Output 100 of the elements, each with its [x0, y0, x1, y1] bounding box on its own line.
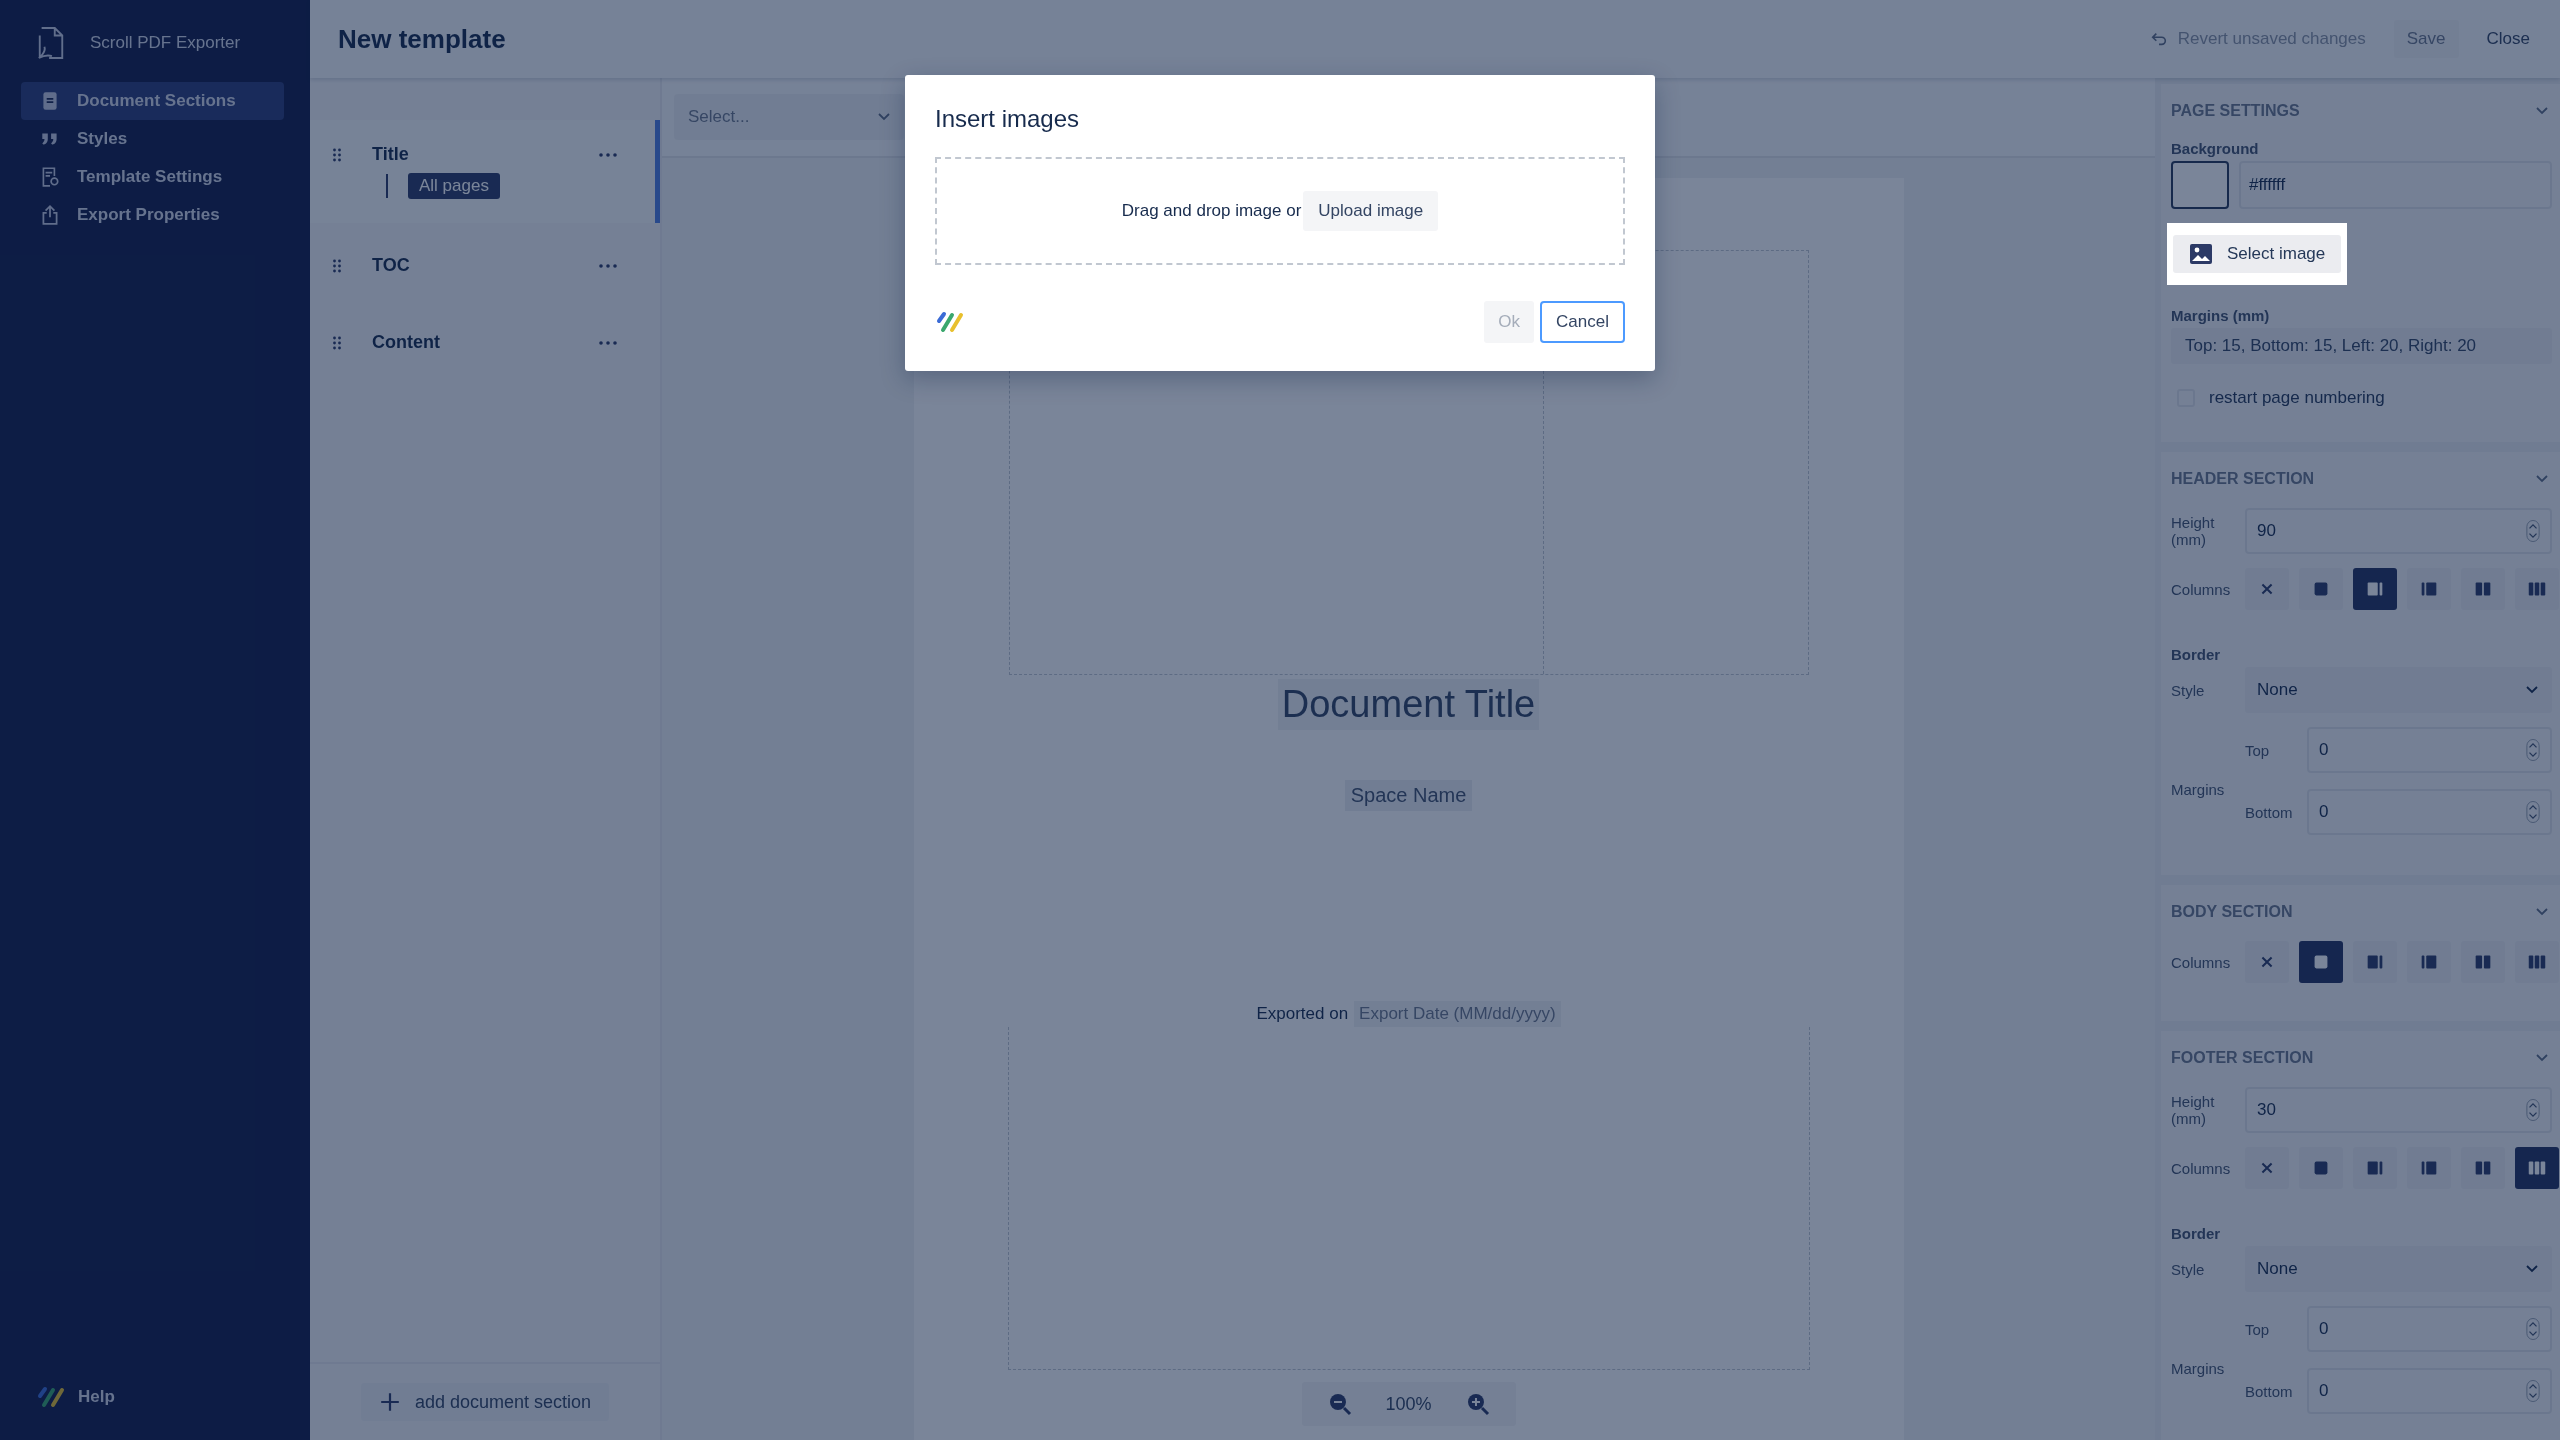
- top-label: Top: [2245, 1320, 2271, 1338]
- spinner-icon[interactable]: [2526, 1098, 2540, 1122]
- column-layout-option[interactable]: [2407, 568, 2451, 610]
- space-name-field[interactable]: Space Name: [1344, 780, 1473, 811]
- zoom-in-icon[interactable]: [1465, 1392, 1490, 1416]
- column-layout-option[interactable]: [2461, 941, 2505, 983]
- section-heading: FOOTER SECTION: [2171, 1049, 2314, 1067]
- logo-icon: [935, 311, 965, 333]
- document-section-item[interactable]: TOC: [310, 231, 660, 300]
- bottom-margin-field[interactable]: 0: [2307, 789, 2552, 835]
- select-image-button[interactable]: Select image: [2173, 235, 2342, 273]
- margins-label: Margins: [2171, 780, 2226, 798]
- columns-label: Columns: [2171, 580, 2232, 598]
- spinner-icon[interactable]: [2526, 738, 2540, 762]
- spinner-icon[interactable]: [2526, 1379, 2540, 1403]
- sidebar-item[interactable]: Styles: [21, 120, 284, 158]
- spinner-icon[interactable]: [2526, 800, 2540, 824]
- columns-label: Columns: [2171, 953, 2232, 971]
- more-icon[interactable]: [599, 152, 617, 157]
- column-layout-option[interactable]: [2299, 941, 2343, 983]
- bottom-label: Bottom: [2245, 1382, 2294, 1400]
- section-title: Content: [372, 332, 441, 353]
- style-dropdown[interactable]: None: [2245, 667, 2552, 713]
- chevron-down-icon: [878, 113, 890, 121]
- height-field[interactable]: 30: [2245, 1087, 2552, 1133]
- cancel-button[interactable]: Cancel: [1540, 301, 1625, 343]
- top-margin-field[interactable]: 0: [2307, 1306, 2552, 1352]
- export-date-field[interactable]: Export Date (MM/dd/yyyy): [1354, 1001, 1561, 1027]
- column-layout-option[interactable]: [2353, 941, 2397, 983]
- color-swatch[interactable]: [2171, 161, 2229, 209]
- close-button[interactable]: Close: [2480, 20, 2536, 58]
- chevron-down-icon[interactable]: [2536, 475, 2548, 483]
- add-section-button[interactable]: add document section: [360, 1383, 610, 1421]
- spinner-icon[interactable]: [2526, 1317, 2540, 1341]
- drag-handle-icon: [332, 146, 342, 163]
- section-tag: All pages: [408, 173, 500, 199]
- chevron-down-icon[interactable]: [2536, 107, 2548, 115]
- drag-handle-icon: [332, 257, 342, 274]
- more-icon[interactable]: [599, 340, 617, 345]
- margins-field[interactable]: Top: 15, Bottom: 15, Left: 20, Right: 20: [2171, 328, 2552, 364]
- style-label: Style: [2171, 681, 2206, 699]
- chevron-down-icon: [2526, 1265, 2538, 1273]
- column-layout-option[interactable]: [2461, 1147, 2505, 1189]
- more-icon[interactable]: [599, 263, 617, 268]
- height-label: Height (mm): [2171, 514, 2216, 548]
- sidebar-item[interactable]: Export Properties: [21, 196, 284, 234]
- spinner-icon[interactable]: [2526, 519, 2540, 543]
- height-label: Height (mm): [2171, 1093, 2216, 1127]
- zoom-level: 100%: [1385, 1393, 1432, 1415]
- style-dropdown[interactable]: None: [2245, 1246, 2552, 1292]
- column-layout-option[interactable]: [2245, 1147, 2289, 1189]
- dialog-title: Insert images: [935, 105, 1081, 133]
- page-title: New template: [338, 23, 506, 55]
- top-margin-field[interactable]: 0: [2307, 727, 2552, 773]
- color-field[interactable]: #ffffff: [2239, 161, 2552, 209]
- column-layout-option[interactable]: [2353, 1147, 2397, 1189]
- bottom-margin-field[interactable]: 0: [2307, 1368, 2552, 1414]
- column-layout-option[interactable]: [2299, 1147, 2343, 1189]
- column-layout-option[interactable]: [2245, 568, 2289, 610]
- height-field[interactable]: 90: [2245, 508, 2552, 554]
- exported-label: Exported on: [1256, 1004, 1349, 1024]
- border-label: Border: [2171, 1225, 2222, 1242]
- drop-zone[interactable]: Drag and drop image or Upload image: [935, 157, 1625, 265]
- help-link[interactable]: Help: [0, 1386, 310, 1440]
- logo-icon: [36, 1386, 66, 1408]
- upload-image-button[interactable]: Upload image: [1303, 191, 1439, 231]
- drag-handle-icon: [332, 334, 342, 351]
- chevron-down-icon: [2526, 686, 2538, 694]
- chevron-down-icon[interactable]: [2536, 908, 2548, 916]
- sidebar-item[interactable]: Document Sections: [21, 82, 284, 120]
- background-label: Background: [2171, 140, 2260, 157]
- column-layout-option[interactable]: [2245, 941, 2289, 983]
- section-heading: BODY SECTION: [2171, 903, 2293, 921]
- select-dropdown[interactable]: Select...: [674, 94, 904, 140]
- sidebar-item[interactable]: Template Settings: [21, 158, 284, 196]
- chevron-down-icon[interactable]: [2536, 1054, 2548, 1062]
- top-label: Top: [2245, 741, 2271, 759]
- column-layout-option[interactable]: [2407, 1147, 2451, 1189]
- document-section-item[interactable]: Content: [310, 308, 660, 377]
- checkbox-label: restart page numbering: [2209, 388, 2385, 408]
- image-icon: [2189, 242, 2213, 266]
- section-title: TOC: [372, 255, 411, 276]
- column-layout-option[interactable]: [2461, 568, 2505, 610]
- plus-icon: [378, 1391, 401, 1413]
- column-layout-option[interactable]: [2299, 568, 2343, 610]
- drop-hint: Drag and drop image or: [1121, 201, 1302, 221]
- section-heading: HEADER SECTION: [2171, 470, 2315, 488]
- border-label: Border: [2171, 646, 2222, 663]
- section-heading: PAGE SETTINGS: [2171, 102, 2300, 120]
- column-layout-option[interactable]: [2407, 941, 2451, 983]
- bottom-label: Bottom: [2245, 803, 2294, 821]
- column-layout-option[interactable]: [2515, 1147, 2559, 1189]
- column-layout-option[interactable]: [2515, 941, 2559, 983]
- columns-label: Columns: [2171, 1159, 2232, 1177]
- zoom-out-icon[interactable]: [1327, 1392, 1352, 1416]
- column-layout-option[interactable]: [2515, 568, 2559, 610]
- undo-icon: [2149, 30, 2168, 48]
- pdf-document-icon: [36, 26, 66, 60]
- column-layout-option[interactable]: [2353, 568, 2397, 610]
- margins-label: Margins: [2171, 1359, 2226, 1377]
